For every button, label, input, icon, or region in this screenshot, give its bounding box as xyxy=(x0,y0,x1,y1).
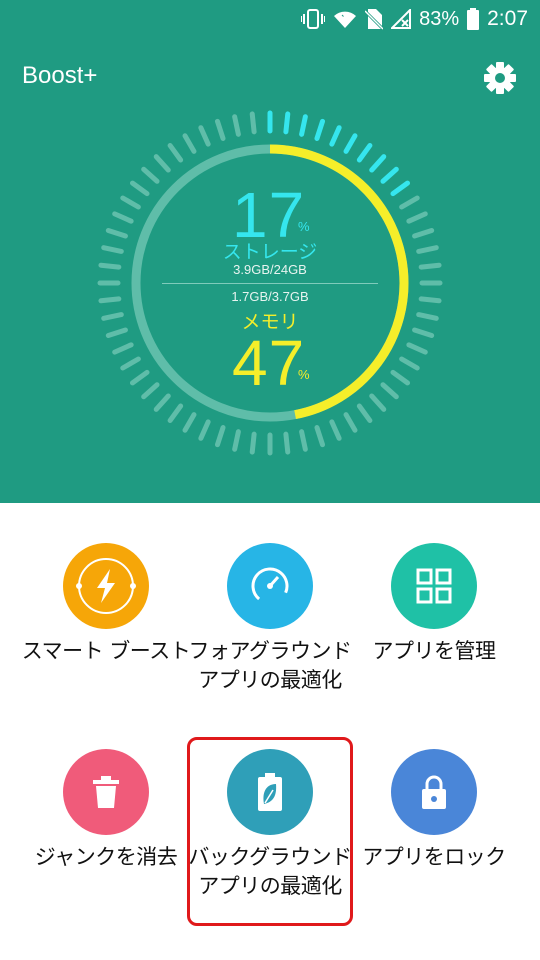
gauge-tick xyxy=(120,356,141,371)
gauge-tick xyxy=(416,245,439,254)
lightning-icon xyxy=(63,543,149,629)
gauge-tick xyxy=(418,262,442,270)
gauge-tick xyxy=(98,262,122,270)
lock-icon xyxy=(391,749,477,835)
gauge-tick xyxy=(214,425,226,448)
gauge-tick xyxy=(198,419,211,441)
smart-boost-button[interactable]: スマート ブースト xyxy=(21,543,191,666)
gauge-tick xyxy=(412,227,435,239)
gauge-tick xyxy=(343,133,358,154)
gauge-tick xyxy=(416,312,439,321)
gauge-tick xyxy=(105,327,128,339)
gauge-tick xyxy=(182,412,197,433)
gauge-tick xyxy=(380,382,399,400)
gauge-tick xyxy=(299,429,308,452)
gauge-tick xyxy=(153,393,171,412)
storage-usage: 3.9GB/24GB xyxy=(233,262,307,277)
gauge-tick xyxy=(249,431,257,455)
grid-icon xyxy=(391,543,477,629)
memory-percent: 47 xyxy=(232,327,306,399)
storage-percent-sign: % xyxy=(298,219,310,234)
gauge-tick xyxy=(329,419,342,441)
tile-label: アプリを管理 xyxy=(372,639,497,663)
gauge-tick xyxy=(356,142,373,163)
gauge-tick xyxy=(112,211,134,224)
gauge-tick xyxy=(314,425,326,448)
gauge-tick xyxy=(198,125,211,147)
gauge-divider xyxy=(162,283,378,284)
header-panel: 83% 2:07 Boost+ 17 % ストレージ 3.9GB/24GB 1.… xyxy=(0,0,540,503)
gauge-tick xyxy=(314,118,326,141)
selection-highlight xyxy=(187,737,353,926)
gauge-tick xyxy=(249,111,257,135)
gauge-tick xyxy=(418,296,442,304)
gauge-tick xyxy=(129,180,150,197)
tile-label: スマート ブースト xyxy=(21,639,191,663)
gauge-tick xyxy=(343,412,358,433)
gauge-tick xyxy=(356,403,373,424)
clear-junk-button[interactable]: ジャンクを消去 xyxy=(21,749,191,872)
gauge-tick xyxy=(399,356,420,371)
gauge-tick xyxy=(380,166,399,184)
gauge-tick xyxy=(120,195,141,210)
gauge-tick xyxy=(112,342,134,355)
manage-apps-button[interactable]: アプリを管理 xyxy=(349,543,519,666)
gauge-tick xyxy=(105,227,128,239)
gauge-tick xyxy=(299,114,308,137)
gauge-tick xyxy=(329,125,342,147)
gauge-tick xyxy=(390,180,411,197)
foreground-optimize-button[interactable]: フォアグラウンドアプリの最適化 xyxy=(185,543,355,695)
memory-usage: 1.7GB/3.7GB xyxy=(231,289,309,304)
gauge-tick xyxy=(390,369,411,386)
gauge-tick xyxy=(283,111,291,135)
gauge-tick xyxy=(98,296,122,304)
gauge-tick xyxy=(141,166,160,184)
gauge-tick xyxy=(232,429,241,452)
tile-label: フォアグラウンドアプリの最適化 xyxy=(188,639,352,692)
gauge-tick xyxy=(232,114,241,137)
lock-apps-button[interactable]: アプリをロック xyxy=(349,749,519,872)
gauge-tick xyxy=(412,327,435,339)
memory-percent-sign: % xyxy=(298,367,310,382)
gauge-tick xyxy=(369,393,387,412)
gauge-tick xyxy=(406,211,428,224)
gauge-tick xyxy=(182,133,197,154)
gauge-tick xyxy=(214,118,226,141)
gauge-tick xyxy=(283,431,291,455)
gauge-tick xyxy=(399,195,420,210)
tile-label: ジャンクを消去 xyxy=(34,845,178,869)
gauge-tick xyxy=(167,142,184,163)
gauge-tick xyxy=(141,382,160,400)
gauge-tick xyxy=(101,312,124,321)
gauge-tick xyxy=(153,154,171,173)
trash-icon xyxy=(63,749,149,835)
gauge-tick xyxy=(101,245,124,254)
speedometer-icon xyxy=(227,543,313,629)
tile-label: アプリをロック xyxy=(362,845,506,869)
gauge-tick xyxy=(369,154,387,173)
gauge-tick xyxy=(167,403,184,424)
gauge-tick xyxy=(129,369,150,386)
storage-label: ストレージ xyxy=(222,241,318,263)
gauge-tick xyxy=(406,342,428,355)
